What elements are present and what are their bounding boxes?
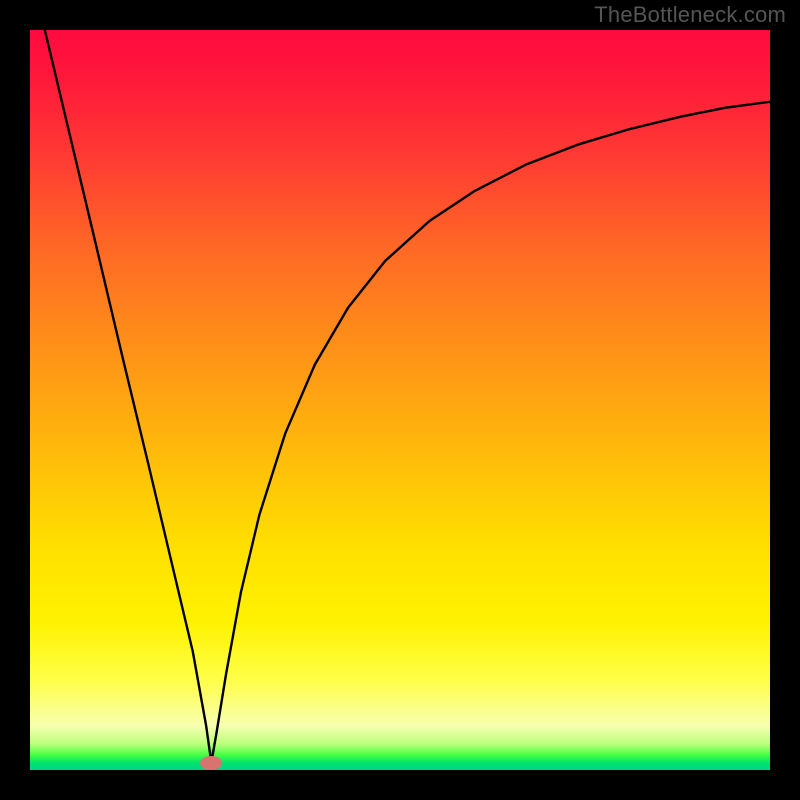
curve-layer [30, 30, 770, 770]
bottleneck-curve [45, 30, 770, 763]
chart-frame: TheBottleneck.com [0, 0, 800, 800]
min-marker [200, 756, 222, 770]
plot-area [30, 30, 770, 770]
watermark-text: TheBottleneck.com [594, 2, 786, 28]
